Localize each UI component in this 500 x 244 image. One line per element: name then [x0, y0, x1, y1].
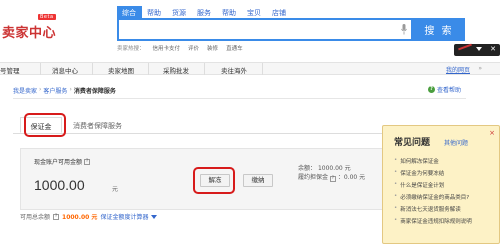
help-link-label: 查看帮助 [437, 87, 462, 94]
hot-link-decorate[interactable]: 装修 [207, 44, 218, 52]
search-box [117, 18, 413, 41]
tab-consumer-protection[interactable]: 消费者保障服务 [73, 117, 122, 133]
nav-item-messages[interactable]: 消息中心 [52, 65, 78, 75]
close-icon[interactable]: ✕ [490, 45, 496, 53]
breadcrumb-customer-service[interactable]: 客户服务 [43, 86, 67, 95]
available-amount-label: 现金账户可用金额 ? [34, 158, 91, 166]
search-tab-shop[interactable]: 店铺 [267, 6, 292, 18]
main-nav: 号管理 消息中心 卖家地图 采购批发 卖往海外 我的网页 » [0, 62, 500, 75]
chevron-down-icon[interactable] [151, 214, 158, 219]
header: 卖家中心 Beta 综合 帮助 货源 服务 帮助 宝贝 店铺 搜 索 卖家热搜：… [0, 0, 500, 62]
faq-item[interactable]: 新消法七天退货服务解读 [394, 205, 472, 217]
faq-item[interactable]: 保证金为何要冻结 [394, 169, 472, 181]
breadcrumb-separator: › [69, 86, 72, 93]
dropdown-arrow-icon[interactable] [476, 47, 482, 51]
nav-divider [204, 63, 205, 75]
hot-link-credit[interactable]: 信用卡支付 [153, 44, 181, 52]
hot-search-row: 卖家热搜： 信用卡支付 评价 装修 直通车 [117, 44, 243, 52]
breadcrumb-seller[interactable]: 我是卖家 [13, 86, 37, 95]
pen-icon[interactable] [458, 43, 472, 51]
annotation-box-tab [24, 113, 66, 137]
search-input[interactable] [122, 23, 394, 37]
nav-item-seller-map[interactable]: 卖家地图 [108, 65, 134, 75]
faq-list: 如何解冻保证金 保证金为何要冻结 什么是保证金计划 必须缴纳保证金的商品类目? … [394, 157, 472, 229]
annotation-box-unfreeze [193, 167, 235, 194]
question-icon[interactable]: ? [329, 176, 336, 182]
total-balance-value: 1000.00 元 [62, 214, 98, 221]
nav-divider [148, 63, 149, 75]
frozen-value: ：0.00 元 [337, 174, 366, 181]
breadcrumb-separator: › [39, 86, 42, 93]
balance-info: 余额： 1000.00 元 [298, 163, 351, 172]
question-icon[interactable]: ? [53, 213, 60, 220]
faq-item[interactable]: 如何解冻保证金 [394, 157, 472, 169]
breadcrumb: 我是卖家 › 客户服务 › 消费者保障服务 [13, 86, 116, 95]
nav-divider [92, 63, 93, 75]
search-tab-help[interactable]: 帮助 [142, 6, 167, 18]
total-balance-label: 可用总余额 [20, 214, 51, 221]
question-icon[interactable]: ? [84, 158, 91, 165]
search-tab-help2[interactable]: 帮助 [217, 6, 242, 18]
microphone-icon[interactable] [401, 24, 407, 35]
beta-badge: Beta [38, 14, 56, 20]
logo-text: 卖家中心 [2, 26, 57, 41]
faq-item[interactable]: 商家保证金违规扣除规则说明 [394, 217, 472, 229]
nav-item-account[interactable]: 号管理 [0, 65, 20, 75]
pay-button[interactable]: 缴纳 [243, 174, 273, 187]
frozen-info: 履约担保金 ? ：0.00 元 [298, 172, 365, 182]
search-tab-all[interactable]: 综合 [117, 6, 142, 18]
calculator-link[interactable]: 保证金额度计算器 [100, 212, 148, 221]
my-site-link[interactable]: 我的网页 [446, 65, 470, 74]
close-icon[interactable]: × [489, 129, 495, 137]
nav-item-wholesale[interactable]: 采购批发 [163, 65, 189, 75]
hot-search-label: 卖家热搜： [117, 46, 145, 52]
faq-item[interactable]: 什么是保证金计划 [394, 181, 472, 193]
total-balance-row: 可用总余额 ? 1000.00 元 保证金额度计算器 [20, 212, 158, 221]
search-tab-supply[interactable]: 货源 [167, 6, 192, 18]
annotation-toolbar[interactable]: ✕ [454, 43, 500, 56]
help-link[interactable]: ? 查看帮助 [428, 85, 461, 94]
hot-link-review[interactable]: 评价 [188, 44, 199, 52]
faq-title: 常见问题 [394, 138, 431, 148]
balance-label: 余额： [298, 165, 317, 172]
help-icon: ? [428, 86, 435, 93]
search-tab-service[interactable]: 服务 [192, 6, 217, 18]
faq-item[interactable]: 必须缴纳保证金的商品类目? [394, 193, 472, 205]
section-divider [13, 98, 466, 99]
nav-divider [262, 63, 263, 75]
amount-unit: 元 [112, 186, 119, 193]
faq-popup: 常见问题 其他问题 × 如何解冻保证金 保证金为何要冻结 什么是保证金计划 必须… [382, 125, 500, 244]
balance-value: 1000.00 元 [317, 165, 351, 172]
available-amount: 1000.00 [34, 177, 85, 193]
faq-other-link[interactable]: 其他问题 [444, 138, 468, 147]
breadcrumb-current: 消费者保障服务 [73, 88, 116, 95]
search-button[interactable]: 搜 索 [413, 18, 465, 41]
site-logo[interactable]: 卖家中心 Beta [2, 14, 57, 41]
search-tabs: 综合 帮助 货源 服务 帮助 宝贝 店铺 [117, 6, 292, 18]
nav-item-overseas[interactable]: 卖往海外 [221, 65, 247, 75]
nav-more-arrow[interactable]: » [478, 65, 482, 72]
search-tab-item[interactable]: 宝贝 [242, 6, 267, 18]
frozen-label: 履约担保金 [298, 174, 329, 181]
hot-link-ztc[interactable]: 直通车 [226, 44, 243, 52]
nav-divider [40, 63, 41, 75]
